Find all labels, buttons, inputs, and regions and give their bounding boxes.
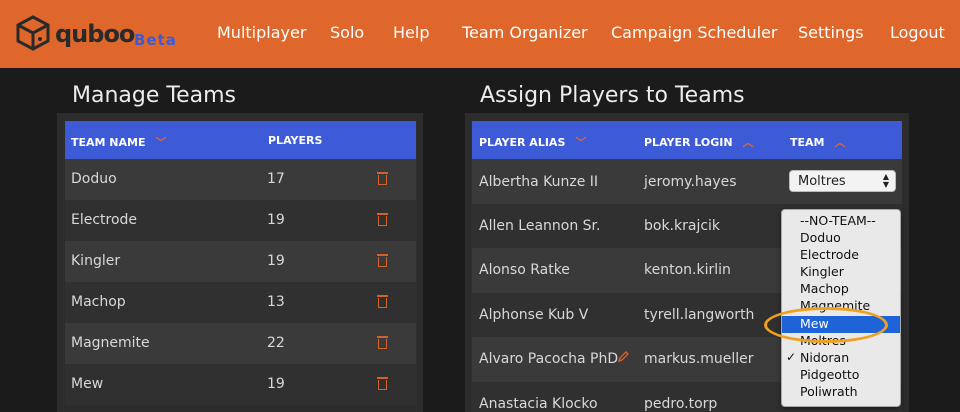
player-alias: Alphonse Kub V xyxy=(479,307,589,323)
team-name: Kingler xyxy=(71,253,121,269)
team-select-value: Moltres xyxy=(798,174,846,189)
team-name: Magnemite xyxy=(71,335,150,351)
table-row: Mew 19 xyxy=(65,364,416,405)
dropdown-option[interactable]: Kingler xyxy=(782,264,900,281)
assign-players-header: PLAYER ALIAS ﹀ PLAYER LOGIN ︿ TEAM ︿ xyxy=(472,121,902,159)
dropdown-option-checked[interactable]: ✓ Nidoran xyxy=(782,350,900,367)
trash-icon[interactable] xyxy=(377,336,388,349)
table-row: Electrode 19 xyxy=(65,200,416,241)
player-alias: Albertha Kunze II xyxy=(479,174,599,190)
dropdown-option[interactable]: Machop xyxy=(782,281,900,298)
player-login: kenton.kirlin xyxy=(644,262,731,278)
player-alias-header[interactable]: PLAYER ALIAS ﹀ xyxy=(479,134,586,150)
table-row: Doduo 17 xyxy=(65,159,416,200)
player-login: pedro.torp xyxy=(644,396,718,412)
table-row: Magnemite 22 xyxy=(65,323,416,364)
nav-logout[interactable]: Logout xyxy=(890,23,945,42)
team-players: 19 xyxy=(267,376,285,392)
nav-settings[interactable]: Settings xyxy=(798,23,864,42)
table-row: Machop 13 xyxy=(65,282,416,323)
sort-up-icon[interactable]: ︿ xyxy=(743,136,754,149)
brand-name[interactable]: quboo xyxy=(55,20,135,48)
player-login: markus.mueller xyxy=(644,351,754,367)
player-alias: Alvaro Pacocha PhD xyxy=(479,351,619,367)
highlight-ring xyxy=(764,307,888,343)
team-name: Doduo xyxy=(71,171,117,187)
nav-solo[interactable]: Solo xyxy=(330,23,364,42)
table-row: Kingler 19 xyxy=(65,241,416,282)
trash-icon[interactable] xyxy=(377,295,388,308)
checkmark-icon: ✓ xyxy=(786,350,797,364)
dropdown-option[interactable]: Poliwrath xyxy=(782,384,900,401)
cube-logo-icon[interactable] xyxy=(16,15,50,51)
team-name-header[interactable]: TEAM NAME ﹀ xyxy=(71,134,167,150)
player-login: tyrell.langworth xyxy=(644,307,755,323)
team-name: Machop xyxy=(71,294,126,310)
trash-icon[interactable] xyxy=(377,377,388,390)
team-players: 13 xyxy=(267,294,285,310)
manage-teams-title: Manage Teams xyxy=(72,83,236,108)
table-row: Albertha Kunze II jeromy.hayes Moltres ▲… xyxy=(472,159,902,204)
player-login: bok.krajcik xyxy=(644,218,721,234)
player-login: jeromy.hayes xyxy=(644,174,737,190)
manage-teams-header: TEAM NAME ﹀ PLAYERS xyxy=(65,121,416,159)
team-name: Electrode xyxy=(71,212,138,228)
team-players: 22 xyxy=(267,335,285,351)
nav-campaign-scheduler[interactable]: Campaign Scheduler xyxy=(611,23,777,42)
player-alias: Anastacia Klocko xyxy=(479,396,598,412)
top-navbar: quboo Beta Multiplayer Solo Help Team Or… xyxy=(0,0,960,68)
dropdown-option[interactable]: --NO-TEAM-- xyxy=(782,213,900,230)
sort-down-icon[interactable]: ﹀ xyxy=(575,136,586,149)
dropdown-option[interactable]: Electrode xyxy=(782,247,900,264)
sort-down-icon[interactable]: ﹀ xyxy=(156,136,167,149)
nav-multiplayer[interactable]: Multiplayer xyxy=(217,23,306,42)
player-alias: Allen Leannon Sr. xyxy=(479,218,601,234)
team-select[interactable]: Moltres ▲ ▼ xyxy=(789,170,896,192)
dropdown-option[interactable]: Doduo xyxy=(782,230,900,247)
team-players: 17 xyxy=(267,171,285,187)
trash-icon[interactable] xyxy=(377,213,388,226)
pencil-icon[interactable] xyxy=(618,350,630,362)
dropdown-option[interactable]: Pidgeotto xyxy=(782,367,900,384)
beta-badge: Beta xyxy=(134,31,177,49)
team-name: Mew xyxy=(71,376,104,392)
trash-icon[interactable] xyxy=(377,254,388,267)
team-header[interactable]: TEAM ︿ xyxy=(790,134,845,150)
manage-teams-panel: TEAM NAME ﹀ PLAYERS Doduo 17 Electrode 19… xyxy=(57,113,423,412)
trash-icon[interactable] xyxy=(377,172,388,185)
nav-team-organizer[interactable]: Team Organizer xyxy=(462,23,588,42)
team-players: 19 xyxy=(267,212,285,228)
select-arrows-icon: ▲ ▼ xyxy=(882,172,889,189)
nav-help[interactable]: Help xyxy=(393,23,429,42)
player-login-header[interactable]: PLAYER LOGIN ︿ xyxy=(644,134,754,150)
team-players: 19 xyxy=(267,253,285,269)
assign-players-title: Assign Players to Teams xyxy=(480,83,745,108)
player-alias: Alonso Ratke xyxy=(479,262,570,278)
players-header[interactable]: PLAYERS xyxy=(268,134,322,147)
sort-up-icon[interactable]: ︿ xyxy=(834,136,845,149)
dropdown-option-label: Nidoran xyxy=(800,350,850,365)
